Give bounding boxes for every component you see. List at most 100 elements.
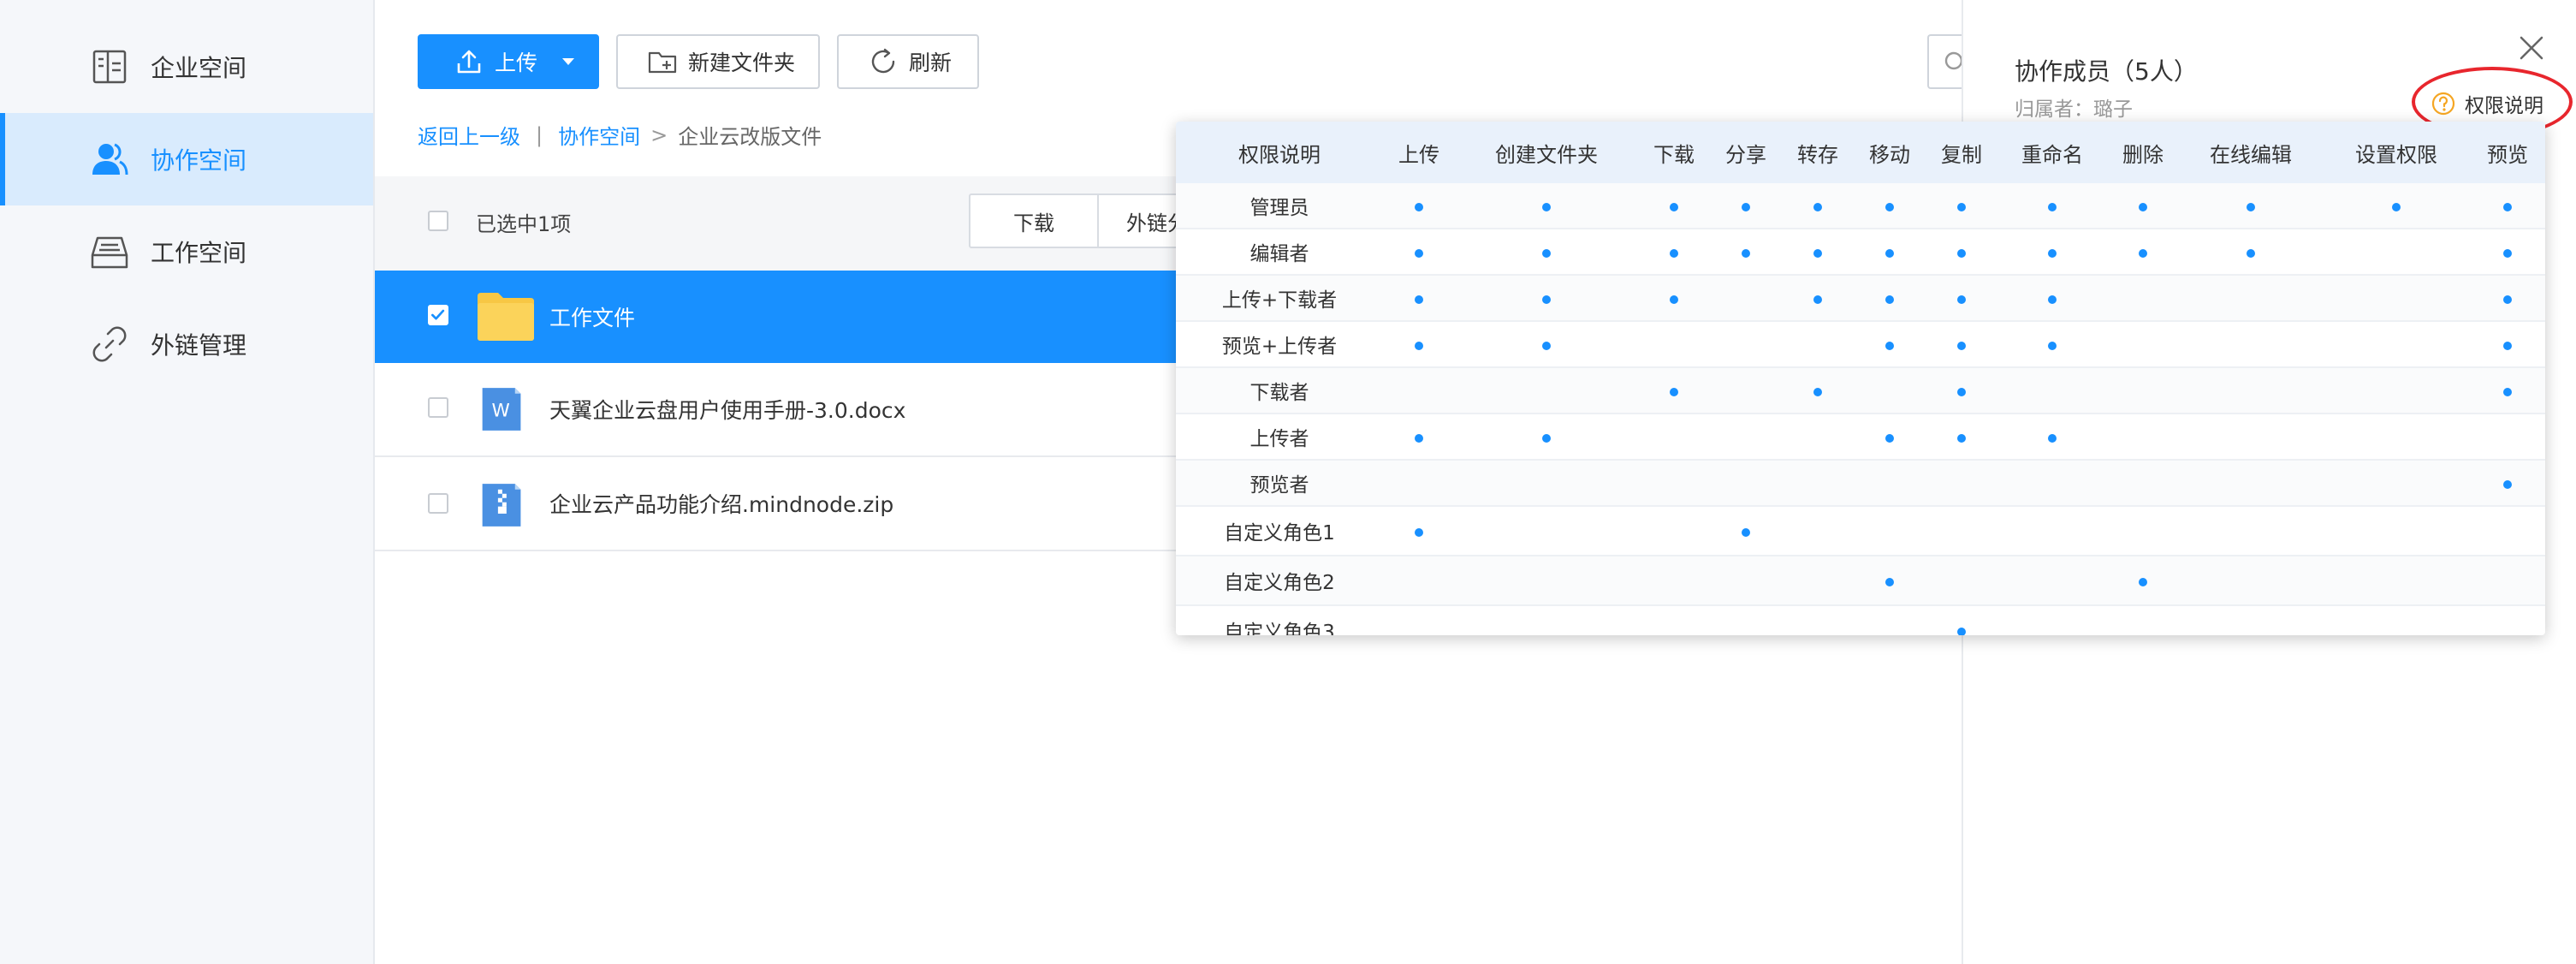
file-name: 天翼企业云盘用户使用手册-3.0.docx xyxy=(549,398,906,423)
owner-label: 归属者：璐子 xyxy=(2015,98,2133,121)
permission-granted-dot xyxy=(1542,203,1551,211)
permission-cell xyxy=(1926,414,1997,461)
permission-role-name: 编辑者 xyxy=(1176,229,1383,276)
permission-cell xyxy=(1854,229,1926,276)
permission-granted-dot xyxy=(1957,388,1966,396)
permission-cell xyxy=(1383,460,1455,507)
permission-cell xyxy=(2470,183,2545,229)
permission-cell xyxy=(1638,275,1710,322)
download-button[interactable]: 下载 xyxy=(970,195,1099,247)
permission-row: 上传者 xyxy=(1176,414,2545,461)
row-checkbox-checked[interactable] xyxy=(428,305,448,325)
permission-cell xyxy=(1782,556,1854,606)
permission-cell xyxy=(2470,321,2545,368)
new-folder-button[interactable]: 新建文件夹 xyxy=(616,34,820,89)
permission-granted-dot xyxy=(2048,249,2057,258)
refresh-button[interactable]: 刷新 xyxy=(837,34,979,89)
permission-cell xyxy=(1383,605,1455,635)
panel-title: 协作成员（5人） xyxy=(2015,57,2198,86)
permission-granted-dot xyxy=(1957,295,1966,304)
permission-granted-dot xyxy=(2048,203,2057,211)
permission-cell xyxy=(1782,506,1854,556)
permission-cell xyxy=(2107,183,2179,229)
permission-cell xyxy=(1854,605,1926,635)
permission-cell xyxy=(2107,460,2179,507)
caret-down-icon[interactable] xyxy=(560,53,577,70)
permission-cell xyxy=(1997,460,2107,507)
permission-cell xyxy=(2179,605,2323,635)
permission-cell xyxy=(1383,367,1455,414)
permission-row: 管理员 xyxy=(1176,183,2545,229)
permission-granted-dot xyxy=(2139,249,2147,258)
permission-cell xyxy=(2323,556,2470,606)
file-name: 工作文件 xyxy=(549,306,636,330)
permission-cell xyxy=(1455,367,1638,414)
permission-header-cell: 复制 xyxy=(1926,122,1997,183)
permission-granted-dot xyxy=(1885,434,1894,443)
permission-cell xyxy=(2179,367,2323,414)
permission-granted-dot xyxy=(2139,578,2147,586)
permission-cell xyxy=(2107,229,2179,276)
permission-cell xyxy=(1455,414,1638,461)
upload-button[interactable]: 上传 xyxy=(418,34,599,89)
permission-cell xyxy=(1383,229,1455,276)
permission-help-label: 权限说明 xyxy=(2465,95,2543,117)
help-icon xyxy=(2431,92,2455,116)
permission-cell xyxy=(1926,506,1997,556)
permission-cell xyxy=(1383,506,1455,556)
permission-help-link[interactable]: 权限说明 xyxy=(2431,89,2543,118)
breadcrumb-parent[interactable]: 协作空间 xyxy=(558,120,640,150)
permission-cell xyxy=(2323,367,2470,414)
permission-cell xyxy=(1854,275,1926,322)
permission-cell xyxy=(2179,556,2323,606)
permission-cell xyxy=(2323,460,2470,507)
permission-cell xyxy=(1782,275,1854,322)
permission-granted-dot xyxy=(2503,203,2512,211)
permission-cell xyxy=(1782,414,1854,461)
permission-cell xyxy=(1638,414,1710,461)
permission-cell xyxy=(1854,556,1926,606)
permission-granted-dot xyxy=(1542,342,1551,350)
permission-cell xyxy=(1638,229,1710,276)
row-checkbox[interactable] xyxy=(428,493,448,514)
permission-granted-dot xyxy=(1670,249,1678,258)
permission-cell xyxy=(1638,183,1710,229)
sidebar-item-enterprise-space[interactable]: 企业空间 xyxy=(0,21,373,113)
permission-cell xyxy=(1926,275,1997,322)
permission-cell xyxy=(1455,183,1638,229)
row-checkbox[interactable] xyxy=(428,397,448,418)
check-icon xyxy=(431,309,445,320)
permission-granted-dot xyxy=(2048,342,2057,350)
selected-count: 已选中1项 xyxy=(476,212,572,236)
sidebar-item-work-space[interactable]: 工作空间 xyxy=(0,205,373,298)
permission-cell xyxy=(1926,321,1997,368)
sidebar-item-collab-space[interactable]: 协作空间 xyxy=(0,113,373,205)
sidebar-item-link-management[interactable]: 外链管理 xyxy=(0,298,373,390)
permission-cell xyxy=(1926,367,1997,414)
permission-cell xyxy=(1638,321,1710,368)
permission-row: 预览+上传者 xyxy=(1176,321,2545,368)
permission-cell xyxy=(1926,183,1997,229)
permission-cell xyxy=(2179,321,2323,368)
permission-role-name: 自定义角色3 xyxy=(1176,605,1383,635)
link-icon xyxy=(92,326,127,362)
permission-cell xyxy=(1710,183,1782,229)
permission-granted-dot xyxy=(1542,434,1551,443)
permission-cell xyxy=(1997,556,2107,606)
select-all-checkbox[interactable] xyxy=(428,211,448,231)
permission-cell xyxy=(1997,183,2107,229)
permission-cell xyxy=(1383,556,1455,606)
permission-cell xyxy=(2179,414,2323,461)
permission-cell xyxy=(1782,605,1854,635)
zip-file-icon xyxy=(482,484,521,527)
permission-granted-dot xyxy=(1957,628,1966,635)
permission-cell xyxy=(2470,556,2545,606)
close-icon[interactable] xyxy=(2514,31,2549,65)
permission-granted-dot xyxy=(1885,342,1894,350)
back-link[interactable]: 返回上一级 xyxy=(418,120,520,150)
permission-header-cell: 创建文件夹 xyxy=(1455,122,1638,183)
permission-table: 权限说明 上传 创建文件夹 下载 分享 转存 移动 复制 重命名 删除 在线编辑 设置权限 预览 管理员… xyxy=(1176,122,2545,635)
permission-cell xyxy=(2107,275,2179,322)
permission-cell xyxy=(2107,414,2179,461)
permission-granted-dot xyxy=(1670,388,1678,396)
